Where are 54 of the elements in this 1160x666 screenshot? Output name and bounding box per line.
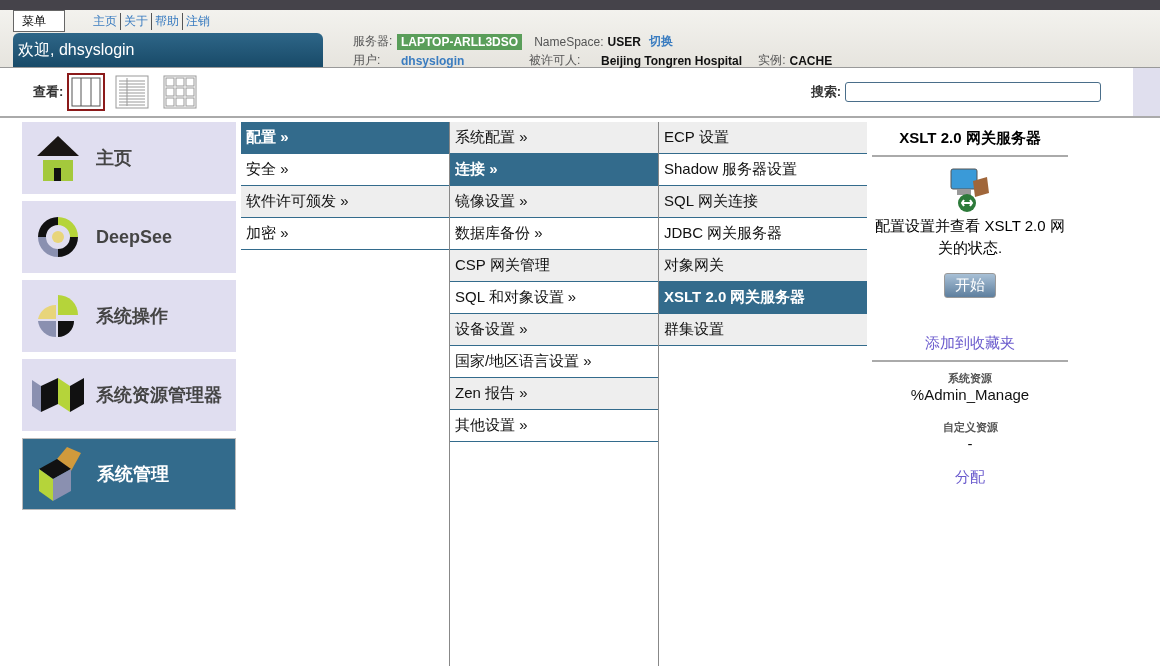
header-link[interactable]: 注销 bbox=[182, 12, 210, 30]
instance-label: 实例: bbox=[758, 52, 786, 69]
computer-gateway-icon bbox=[949, 167, 991, 213]
menu-item[interactable]: 系统配置 » bbox=[450, 122, 658, 154]
detail-title: XSLT 2.0 网关服务器 bbox=[872, 122, 1068, 157]
menu-item[interactable]: 镜像设置 » bbox=[450, 186, 658, 218]
nav-tile[interactable]: 系统操作 bbox=[22, 280, 236, 352]
menu-item[interactable]: 连接 » bbox=[450, 154, 658, 186]
instance-value: CACHE bbox=[789, 53, 833, 68]
switch-link[interactable]: 切换 bbox=[648, 33, 673, 50]
header-link[interactable]: 关于 bbox=[120, 12, 148, 30]
menu-item[interactable]: 配置 » bbox=[241, 122, 449, 154]
menu-item[interactable]: 设备设置 » bbox=[450, 314, 658, 346]
menu-item[interactable]: 对象网关 bbox=[659, 250, 867, 282]
menu-item[interactable]: 群集设置 bbox=[659, 314, 867, 346]
nav-tile[interactable]: 系统管理 bbox=[22, 438, 236, 510]
menu-item[interactable]: ECP 设置 bbox=[659, 122, 867, 154]
detail-description: 配置设置并查看 XSLT 2.0 网关的状态. bbox=[874, 216, 1066, 258]
system-resource-label: 系统资源 bbox=[948, 371, 992, 386]
menu-item[interactable]: Zen 报告 » bbox=[450, 378, 658, 410]
nav-tile[interactable]: 系统资源管理器 bbox=[22, 359, 236, 431]
namespace-value: USER bbox=[607, 34, 641, 49]
menu-item[interactable]: XSLT 2.0 网关服务器 bbox=[659, 282, 867, 314]
nav-tile-label: 系统资源管理器 bbox=[96, 384, 222, 407]
nav-tile-label: 系统管理 bbox=[97, 463, 169, 486]
search-field[interactable] bbox=[845, 82, 1101, 102]
menu-item[interactable]: 软件许可颁发 » bbox=[241, 186, 449, 218]
menu-item[interactable]: CSP 网关管理 bbox=[450, 250, 658, 282]
user-label: 用户: bbox=[353, 52, 382, 69]
header-link[interactable]: 主页 bbox=[93, 12, 117, 30]
menu-button[interactable]: 菜单 bbox=[13, 10, 65, 32]
assign-link[interactable]: 分配 bbox=[955, 468, 985, 487]
columns-view-button[interactable] bbox=[67, 73, 106, 111]
namespace-label: NameSpace: bbox=[534, 34, 604, 49]
custom-resource-label: 自定义资源 bbox=[942, 420, 998, 435]
server-badge: LAPTOP-ARLL3DSO bbox=[397, 33, 523, 50]
menu-item[interactable]: SQL 网关连接 bbox=[659, 186, 867, 218]
nav-tile-label: 系统操作 bbox=[96, 305, 168, 328]
nav-tile-label: DeepSee bbox=[96, 226, 173, 248]
header-link[interactable]: 帮助 bbox=[151, 12, 179, 30]
nav-tile[interactable]: DeepSee bbox=[22, 201, 236, 273]
search-label: 搜索: bbox=[810, 83, 841, 101]
nav-tile-label: 主页 bbox=[96, 147, 132, 170]
side-panel-strip bbox=[1133, 68, 1160, 116]
folded-map-icon bbox=[30, 378, 86, 412]
server-label: 服务器: bbox=[353, 33, 393, 50]
view-label: 查看: bbox=[33, 83, 64, 101]
licensee-label: 被许可人: bbox=[529, 52, 582, 69]
add-favorite-link[interactable]: 添加到收藏夹 bbox=[925, 334, 1015, 353]
custom-resource-value: - bbox=[967, 435, 973, 452]
licensee-value: Beijing Tongren Hospital bbox=[601, 53, 743, 68]
welcome-banner: 欢迎, dhsyslogin bbox=[13, 33, 323, 67]
system-resource-value: %Admin_Manage bbox=[910, 386, 1030, 403]
nav-tile[interactable]: 主页 bbox=[22, 122, 236, 194]
